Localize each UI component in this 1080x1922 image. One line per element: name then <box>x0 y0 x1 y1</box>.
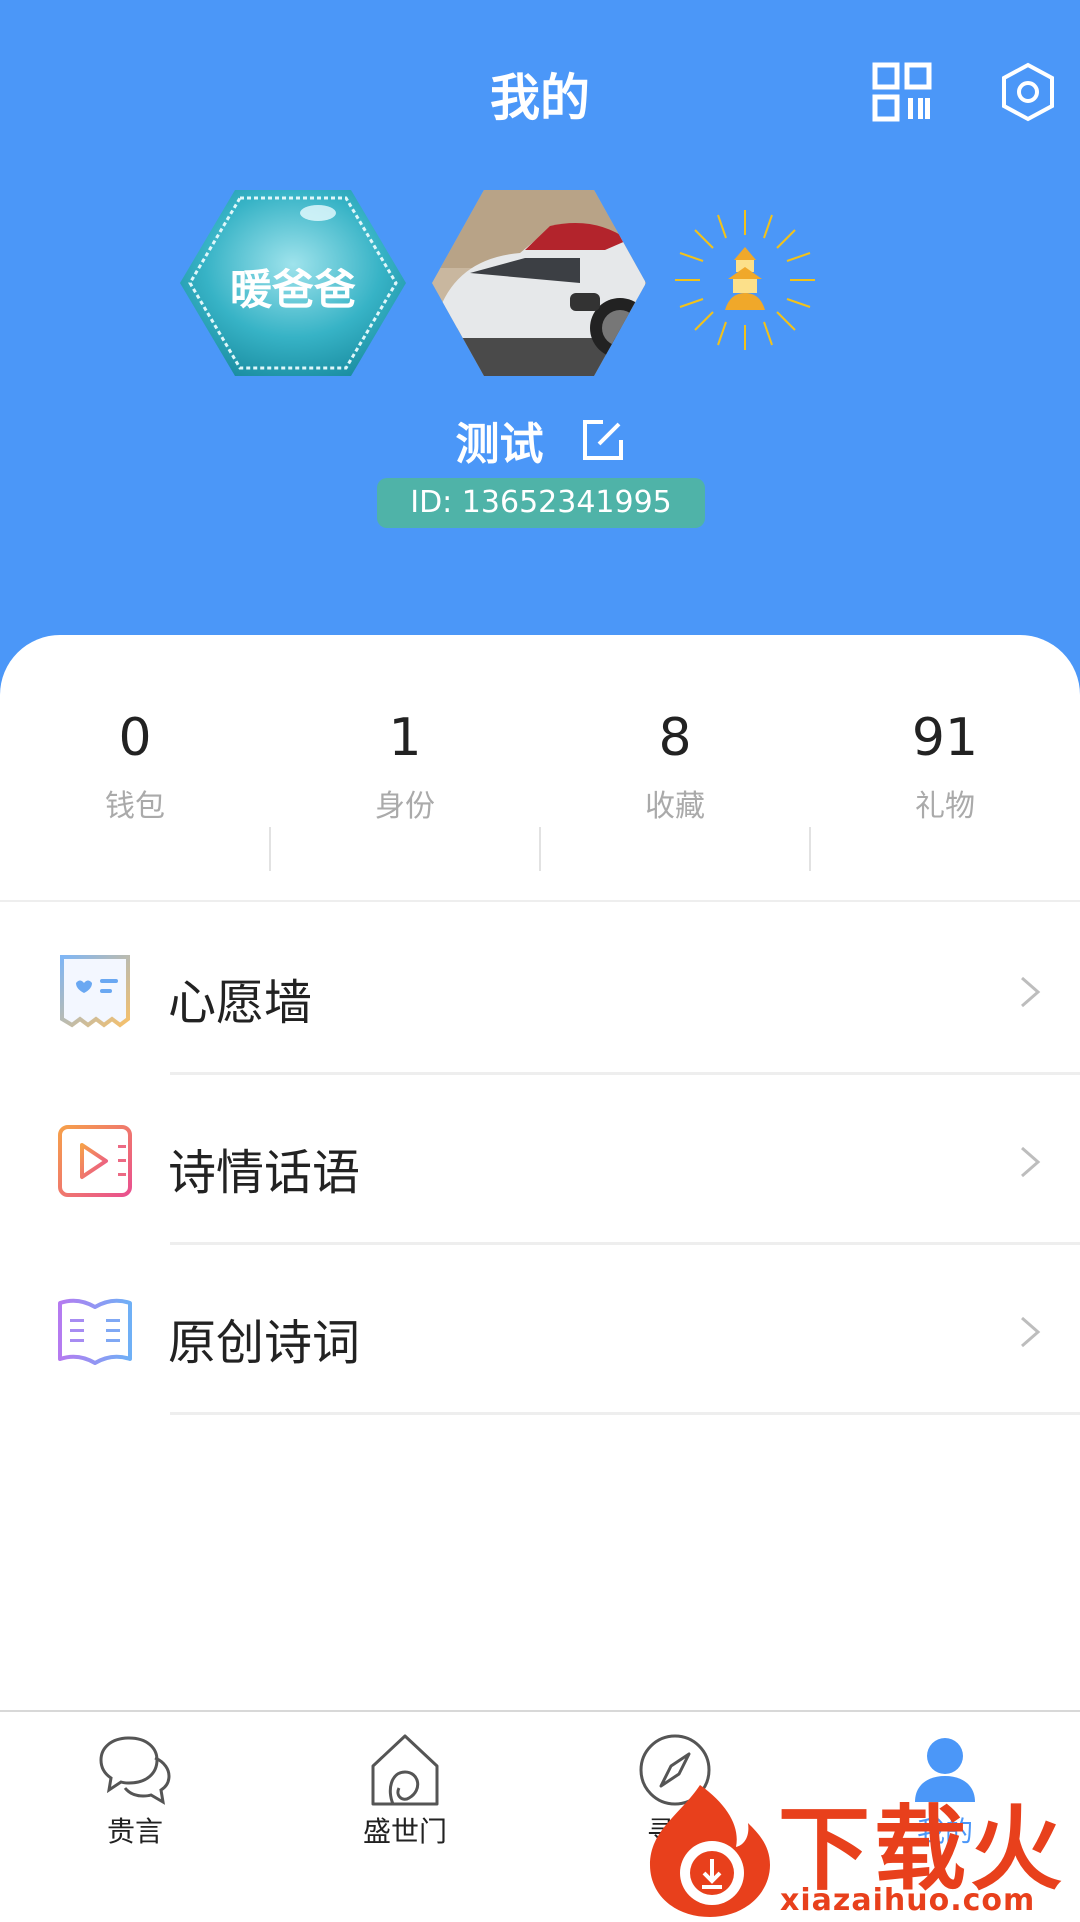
stat-favorites[interactable]: 8 收藏 <box>540 707 810 825</box>
stat-divider <box>809 827 811 871</box>
watermark-url: xiazaihuo.com <box>780 1883 1036 1918</box>
stat-label: 收藏 <box>645 789 705 824</box>
stat-divider <box>539 827 541 871</box>
tab-label: 贵言 <box>106 1815 163 1848</box>
tab-shengshimen[interactable]: 盛世门 <box>325 1732 485 1850</box>
edit-icon[interactable] <box>581 418 625 462</box>
menu-label: 原创诗词 <box>168 1315 361 1371</box>
badge-nuanbaba[interactable]: 暖爸爸 <box>178 188 408 378</box>
menu-item-poetic-words[interactable]: 诗情话语 <box>0 1075 1080 1245</box>
sun-pagoda-emblem[interactable] <box>670 205 820 355</box>
stats-row: 0 钱包 1 身份 8 收藏 91 礼物 <box>0 707 1080 871</box>
menu-item-wish-wall[interactable]: 心愿墙 <box>0 905 1080 1075</box>
badge-label: 暖爸爸 <box>229 265 356 314</box>
house-icon <box>365 1732 445 1808</box>
profile-name-row: 测试 <box>0 408 1080 472</box>
wish-card-icon <box>56 953 134 1029</box>
chevron-right-icon <box>1018 975 1042 1009</box>
menu-label: 心愿墙 <box>168 975 313 1031</box>
stat-value: 0 <box>118 708 152 768</box>
stat-label: 钱包 <box>105 789 165 824</box>
user-id-badge: ID: 13652341995 <box>377 478 705 528</box>
profile-header: 我的 暖爸爸 测试 ID: 13652341995 <box>0 0 1080 700</box>
stat-divider <box>269 827 271 871</box>
tab-guiyan[interactable]: 贵言 <box>55 1732 215 1850</box>
menu-item-original-poems[interactable]: 原创诗词 <box>0 1245 1080 1415</box>
stat-wallet[interactable]: 0 钱包 <box>0 707 270 825</box>
watermark-logo: 下载火 xiazaihuo.com <box>640 1775 1080 1920</box>
section-divider <box>0 900 1080 902</box>
stat-label: 身份 <box>375 789 435 824</box>
stat-value: 8 <box>658 708 692 768</box>
open-book-icon <box>56 1293 134 1369</box>
menu-label: 诗情话语 <box>168 1145 361 1201</box>
stat-value: 91 <box>911 708 979 768</box>
row-divider <box>170 1412 1080 1415</box>
qr-code-icon[interactable] <box>872 62 932 122</box>
profile-name: 测试 <box>455 419 544 470</box>
chevron-right-icon <box>1018 1315 1042 1349</box>
video-play-icon <box>56 1123 134 1199</box>
car-photo-badge[interactable] <box>430 188 648 378</box>
chat-bubbles-icon <box>95 1732 175 1808</box>
settings-icon[interactable] <box>1000 62 1056 122</box>
tab-label: 盛世门 <box>362 1815 447 1848</box>
stat-identity[interactable]: 1 身份 <box>270 707 540 825</box>
chevron-right-icon <box>1018 1145 1042 1179</box>
stat-value: 1 <box>388 708 422 768</box>
stat-gifts[interactable]: 91 礼物 <box>810 707 1080 825</box>
stat-label: 礼物 <box>915 789 975 824</box>
